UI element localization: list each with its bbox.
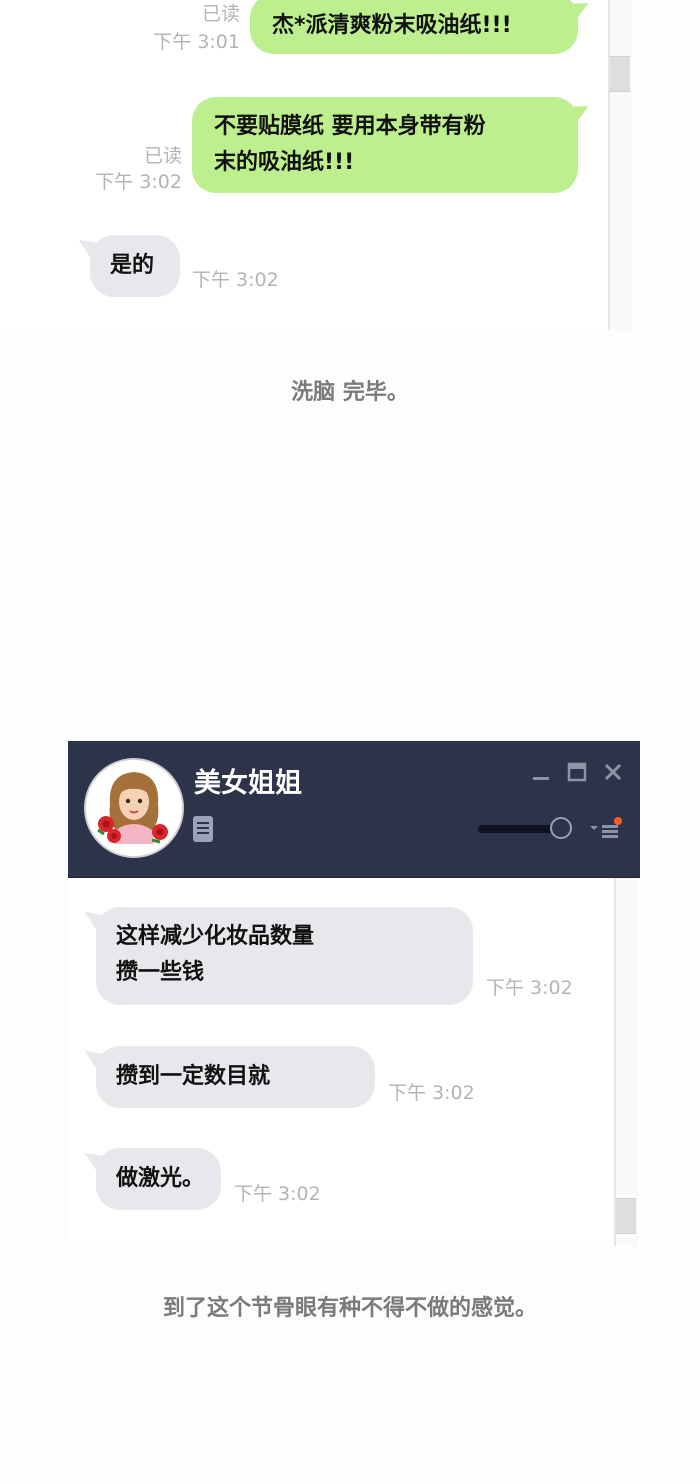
- incoming-message[interactable]: 攒到一定数目就: [96, 1046, 375, 1108]
- menu-icon[interactable]: [588, 815, 622, 841]
- chat-panel-bottom: 这样减少化妆品数量 攒一些钱 下午 3:02 攒到一定数目就 下午 3:02 做…: [68, 878, 640, 1246]
- message-time: 下午 3:02: [234, 1183, 321, 1205]
- chat-panel-top: 已读 下午 3:01 杰*派清爽粉末吸油纸!!! 已读 下午 3:02 不要贴膜…: [0, 0, 632, 330]
- volume-slider-knob[interactable]: [550, 817, 572, 839]
- message-text: 攒到一定数目就: [116, 1064, 271, 1089]
- avatar-portrait-icon: [86, 760, 182, 856]
- incoming-message[interactable]: 做激光。: [96, 1148, 221, 1210]
- message-text: 做激光。: [116, 1166, 205, 1191]
- message-line: 不要贴膜纸 要用本身带有粉: [214, 114, 486, 139]
- avatar[interactable]: [84, 758, 184, 858]
- incoming-message[interactable]: 是的: [90, 235, 180, 297]
- contact-name: 美女姐姐: [194, 768, 302, 799]
- message-line: 这样减少化妆品数量: [116, 924, 315, 949]
- maximize-icon[interactable]: [566, 761, 588, 783]
- caption: 到了这个节骨眼有种不得不做的感觉。: [162, 1296, 537, 1321]
- outgoing-message[interactable]: 杰*派清爽粉末吸油纸!!!: [250, 0, 578, 54]
- scrollbar-thumb[interactable]: [610, 56, 630, 92]
- message-time: 下午 3:02: [388, 1082, 475, 1104]
- message-time: 下午 3:01: [153, 31, 240, 53]
- close-icon[interactable]: [602, 761, 624, 783]
- message-line: 攒一些钱: [116, 960, 205, 985]
- scrollbar-bottom[interactable]: [614, 878, 638, 1246]
- read-status: 已读: [143, 145, 182, 167]
- document-icon[interactable]: [192, 815, 214, 843]
- message-time: 下午 3:02: [192, 269, 279, 291]
- caption: 洗脑 完毕。: [291, 380, 409, 405]
- message-line: 末的吸油纸!!!: [214, 150, 355, 175]
- message-text: 杰*派清爽粉末吸油纸!!!: [272, 13, 512, 38]
- minimize-icon[interactable]: [530, 761, 552, 783]
- scrollbar-thumb[interactable]: [616, 1198, 636, 1234]
- message-text: 是的: [110, 253, 155, 278]
- outgoing-message[interactable]: 不要贴膜纸 要用本身带有粉 末的吸油纸!!!: [192, 97, 578, 193]
- read-status: 已读: [201, 3, 240, 25]
- scrollbar-top[interactable]: [608, 0, 632, 330]
- incoming-message[interactable]: 这样减少化妆品数量 攒一些钱: [96, 907, 473, 1005]
- message-time: 下午 3:02: [95, 171, 182, 193]
- message-time: 下午 3:02: [486, 977, 573, 999]
- chat-titlebar: 美女姐姐: [68, 741, 640, 879]
